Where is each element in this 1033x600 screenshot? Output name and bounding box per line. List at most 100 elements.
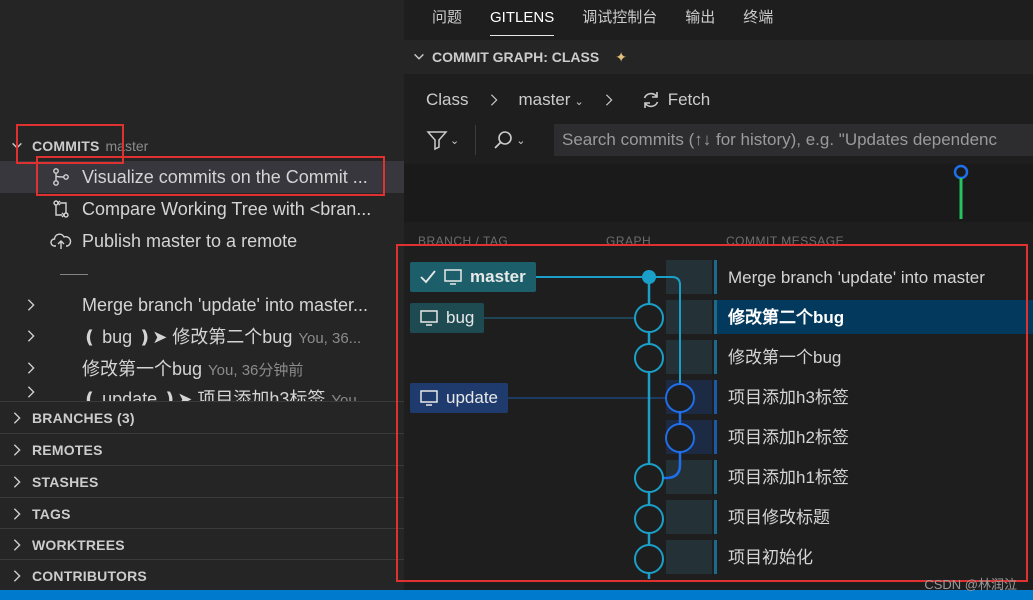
chevron-down-icon[interactable]: ⌄ <box>516 134 525 147</box>
search-icon[interactable] <box>492 129 514 151</box>
section-label: BRANCHES (3) <box>32 409 135 426</box>
check-icon <box>420 270 436 284</box>
column-commit-message[interactable]: COMMIT MESSAGE <box>726 234 844 248</box>
chevron-down-icon[interactable]: ⌄ <box>450 134 459 147</box>
branches-section-header[interactable]: BRANCHES (3) <box>0 401 404 433</box>
commits-section-header[interactable]: COMMITS master <box>0 130 404 162</box>
tab-output[interactable]: 输出 <box>685 0 715 36</box>
section-label: WORKTREES <box>32 536 125 553</box>
compare-icon <box>50 198 72 220</box>
chevron-right-icon <box>490 94 498 106</box>
branch-name: master <box>518 90 571 109</box>
repo-selector[interactable]: Class <box>426 90 469 110</box>
graph-minimap[interactable] <box>404 164 1033 222</box>
chevron-right-icon <box>13 507 21 520</box>
publish-branch-action[interactable]: Publish master to a remote <box>0 225 404 257</box>
tab-debug-console[interactable]: 调试控制台 <box>582 0 657 36</box>
computer-icon <box>420 310 438 326</box>
worktrees-section-header[interactable]: WORKTREES <box>0 528 404 560</box>
stashes-section-header[interactable]: STASHES <box>0 465 404 497</box>
sidebar: COMMITS master Visualize commits on the … <box>0 0 404 590</box>
commits-divider: —— <box>0 257 404 289</box>
search-input[interactable] <box>554 124 1033 156</box>
compare-working-tree-action[interactable]: Compare Working Tree with <bran... <box>0 193 404 225</box>
commit-message: 修改第一个bug <box>82 359 203 379</box>
cloud-upload-icon <box>50 230 72 252</box>
ref-label: bug <box>446 308 475 327</box>
commit-meta: You, 36... <box>298 330 362 347</box>
ref-label: update <box>446 388 498 407</box>
commit-node <box>665 383 695 413</box>
commit-nodes <box>634 270 695 574</box>
chevron-right-icon <box>13 443 21 456</box>
commit-message: Merge branch 'update' into master... <box>82 294 369 315</box>
commit-node <box>634 343 664 373</box>
chevron-down-icon <box>12 142 22 149</box>
column-graph[interactable]: GRAPH <box>606 234 651 248</box>
branch-ref-update[interactable]: update <box>410 383 508 413</box>
commit-item[interactable]: ❪ update ❫➤ 项目添加h3标签 You... <box>0 383 404 401</box>
branch-ref-bug[interactable]: bug <box>410 303 485 333</box>
commit-node <box>634 463 664 493</box>
commit-node <box>665 423 695 453</box>
section-label: TAGS <box>32 505 71 522</box>
ref-connectors <box>480 276 666 399</box>
tab-terminal[interactable]: 终端 <box>743 0 773 36</box>
commit-message: 项目添加h3标签 <box>197 389 326 401</box>
section-label: STASHES <box>32 473 99 490</box>
chevron-right-icon <box>13 538 21 551</box>
bottom-panel: 问题 GITLENS 调试控制台 输出 终端 COMMIT GRAPH: CLA… <box>396 0 1033 590</box>
branch-ref-master[interactable]: master <box>410 262 536 292</box>
toolbar-divider <box>475 125 477 155</box>
commit-node <box>642 270 656 284</box>
chevron-right-icon <box>27 362 35 374</box>
remotes-section-header[interactable]: REMOTES <box>0 433 404 465</box>
commit-item[interactable]: ❪ bug ❫➤ 修改第二个bug You, 36... <box>0 320 404 352</box>
branch-tag: ❪ bug ❫➤ <box>82 327 168 347</box>
sidebar-empty-area <box>0 0 404 124</box>
publish-branch-label: Publish master to a remote <box>82 230 298 251</box>
commits-label: COMMITS <box>32 138 100 154</box>
view-title: COMMIT GRAPH: CLASS <box>432 49 600 65</box>
commit-meta: You... <box>331 392 370 401</box>
chevron-right-icon <box>27 386 35 398</box>
commit-item[interactable]: Merge branch 'update' into master... <box>0 289 404 321</box>
commit-meta: You, 36分钟前 <box>208 362 304 379</box>
section-label: CONTRIBUTORS <box>32 567 147 584</box>
tab-gitlens[interactable]: GITLENS <box>490 0 555 36</box>
refresh-icon[interactable] <box>640 89 662 111</box>
graph-lanes <box>480 270 695 579</box>
search-bar: ⌄ ⌄ <box>404 120 1033 160</box>
compare-working-tree-label: Compare Working Tree with <bran... <box>82 198 372 219</box>
chevron-down-icon: ⌄ <box>574 96 584 108</box>
sparkle-icon: ✦ <box>615 48 627 65</box>
commit-node <box>634 544 664 574</box>
filter-icon[interactable] <box>426 129 448 151</box>
commits-branch: master <box>105 138 149 154</box>
watermark: CSDN @林润泣 <box>924 577 1017 592</box>
contributors-section-header[interactable]: CONTRIBUTORS <box>0 559 404 590</box>
commit-node <box>634 303 664 333</box>
visualize-commits-action[interactable]: Visualize commits on the Commit ... <box>0 161 404 193</box>
commit-item[interactable]: 修改第一个bug You, 36分钟前 <box>0 352 404 384</box>
computer-icon <box>444 269 462 285</box>
column-branch-tag[interactable]: BRANCH / TAG <box>418 234 508 248</box>
tags-section-header[interactable]: TAGS <box>0 497 404 529</box>
git-graph-icon <box>50 166 72 188</box>
status-bar <box>0 590 1033 600</box>
panel-tabs: 问题 GITLENS 调试控制台 输出 终端 <box>404 0 1033 36</box>
tab-problems[interactable]: 问题 <box>432 0 462 36</box>
chevron-right-icon <box>27 299 35 311</box>
fetch-button[interactable]: Fetch <box>668 90 711 110</box>
commit-node <box>634 504 664 534</box>
minimap-graphic <box>953 164 969 219</box>
chevron-right-icon <box>13 475 21 488</box>
divider-text: —— <box>60 265 88 281</box>
chevron-right-icon <box>13 569 21 582</box>
commit-graph-header[interactable]: COMMIT GRAPH: CLASS ✦ <box>404 40 1033 74</box>
branch-selector[interactable]: master ⌄ <box>519 90 584 110</box>
section-label: REMOTES <box>32 441 103 458</box>
graph-toolbar: Class master ⌄ Fetch <box>404 82 1033 118</box>
chevron-right-icon <box>605 94 613 106</box>
graph-column-headers: BRANCH / TAG GRAPH COMMIT MESSAGE <box>404 226 1033 248</box>
